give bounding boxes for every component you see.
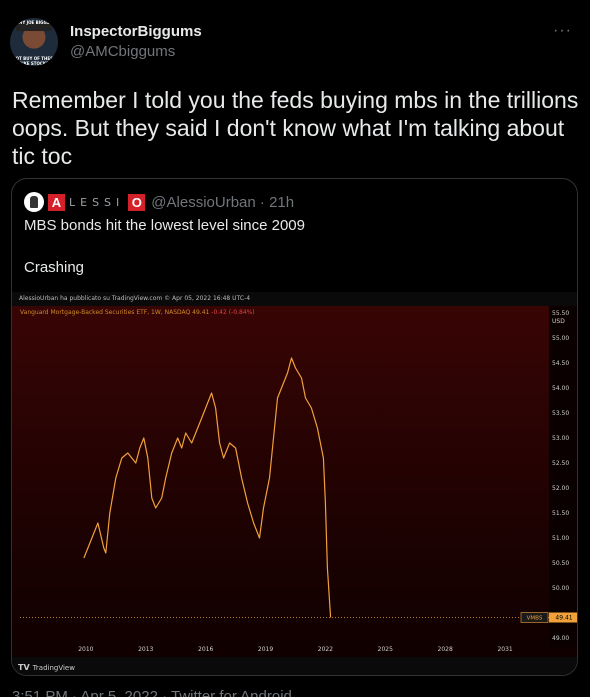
y-tick-label: 55.00 [552, 335, 569, 342]
y-tick-label: 50.50 [552, 560, 569, 567]
chart-image[interactable]: AlessioUrban ha pubblicato su TradingVie… [12, 292, 577, 675]
tweet-text: Remember I told you the feds buying mbs … [12, 87, 579, 169]
tweet-timestamp[interactable]: 3:51 PM · Apr 5, 2022 · Twitter for Andr… [12, 688, 292, 697]
author-handle[interactable]: @AMCbiggums [70, 43, 175, 60]
author-avatar[interactable]: MY JOE BIGGS HOT BUY OF THESE BIKE STOCK… [10, 18, 58, 66]
quoted-author-handle-time[interactable]: @AlessioUrban · 21h [151, 194, 294, 211]
y-tick-label: 54.00 [552, 385, 569, 392]
quoted-tweet[interactable]: A LESSI O @AlessioUrban · 21h MBS bonds … [11, 178, 578, 676]
y-tick-label: 52.50 [552, 460, 569, 467]
y-tick-label: 49.00 [552, 635, 569, 642]
y-tick-label: 53.50 [552, 410, 569, 417]
y-tick-label: 51.50 [552, 510, 569, 517]
avatar-bottom-text: HOT BUY OF THESE BIKE STOCKS [12, 56, 56, 66]
x-tick-label: 2016 [198, 646, 213, 653]
logo-middle-letters: LESSI [69, 195, 125, 209]
y-tick-label: 54.50 [552, 360, 569, 367]
x-tick-label: 2025 [378, 646, 393, 653]
y-tick-label-top: 55.50 [552, 310, 569, 317]
price-line [83, 357, 332, 618]
author-display-name[interactable]: InspectorBiggums [70, 23, 202, 40]
logo-letter-a: A [48, 193, 65, 211]
y-tick-label: 50.00 [552, 585, 569, 592]
x-tick-label: 2013 [138, 646, 153, 653]
quoted-author-avatar[interactable] [24, 192, 44, 212]
logo-letter-o: O [128, 193, 146, 211]
x-tick-label: 2010 [78, 646, 93, 653]
ticker-badge-label: VMBS [527, 616, 543, 622]
y-tick-label: 53.00 [552, 435, 569, 442]
x-tick-label: 2019 [258, 646, 273, 653]
quoted-tweet-header: A LESSI O @AlessioUrban · 21h [24, 192, 294, 212]
price-chart-svg: 55.00 54.50 54.00 53.50 53.00 52.50 52.00 51.50… [20, 310, 577, 653]
tradingview-label: TradingView [32, 664, 75, 672]
last-value-badge-label: 49.41 [555, 615, 572, 622]
avatar-top-text: MY JOE BIGGS [18, 20, 50, 25]
quoted-tweet-text-line2: Crashing [24, 259, 85, 276]
tradingview-mark-icon: TV [18, 663, 30, 672]
chart-branding-bar: TV TradingView [12, 657, 577, 675]
quoted-author-name-logo[interactable]: A LESSI O [48, 193, 146, 211]
x-tick-label: 2028 [438, 646, 453, 653]
y-tick-label: 52.00 [552, 485, 569, 492]
y-tick-label: 51.00 [552, 535, 569, 542]
tradingview-logo: TV TradingView [18, 663, 75, 672]
more-options-icon[interactable]: ··· [553, 22, 572, 40]
x-tick-label: 2022 [318, 646, 333, 653]
currency-label: USD [552, 318, 565, 325]
x-tick-label: 2031 [497, 646, 512, 653]
tweet-header: MY JOE BIGGS HOT BUY OF THESE BIKE STOCK… [10, 18, 580, 66]
quoted-tweet-text-line1: MBS bonds hit the lowest level since 200… [24, 217, 305, 234]
